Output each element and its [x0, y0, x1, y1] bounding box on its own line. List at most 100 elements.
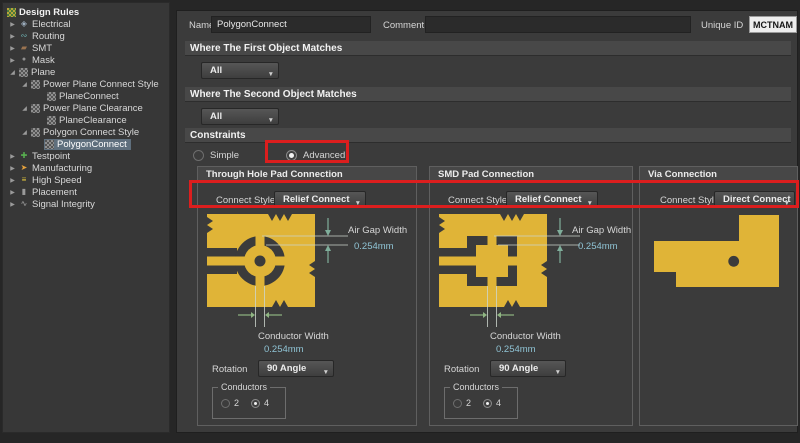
simple-mode-option[interactable]: Simple [193, 150, 239, 161]
highlight-connect-style-annotation [189, 180, 799, 208]
manufacturing-icon: ➤ [19, 163, 29, 173]
through-hole-rotation-dropdown[interactable]: 90 Angle ▼ [258, 360, 334, 377]
conductors-4-option[interactable]: 4 [483, 398, 501, 408]
conductor-width-label: Conductor Width [490, 331, 561, 342]
tree-item-manufacturing[interactable]: ▶ ➤ Manufacturing [3, 162, 169, 174]
collapse-arrow-icon[interactable]: ◢ [21, 81, 28, 88]
tree-item-design-rules[interactable]: Design Rules [3, 6, 169, 18]
expand-arrow-icon[interactable]: ▶ [9, 201, 16, 208]
expand-arrow-icon[interactable]: ▶ [9, 45, 16, 52]
second-match-scope-dropdown[interactable]: All ▼ [201, 108, 279, 125]
tree-item-label: Signal Integrity [32, 199, 95, 210]
tree-item-label: Routing [32, 31, 65, 42]
collapse-arrow-icon[interactable]: ◢ [9, 69, 16, 76]
tree-item-label: High Speed [32, 175, 82, 186]
rule-type-icon [31, 104, 40, 113]
testpoint-icon: ✚ [19, 151, 29, 161]
conductors-4-label: 4 [264, 398, 269, 408]
first-match-scope-dropdown[interactable]: All ▼ [201, 62, 279, 79]
expand-arrow-icon[interactable]: ▶ [9, 21, 16, 28]
placement-icon: ▮ [19, 187, 29, 197]
tree-item-planeclearance[interactable]: PlaneClearance [3, 114, 169, 126]
expand-arrow-icon[interactable]: ▶ [9, 189, 16, 196]
tree-item-routing[interactable]: ▶ ∾ Routing [3, 30, 169, 42]
comment-input[interactable] [425, 16, 691, 33]
tree-item-label: Testpoint [32, 151, 70, 162]
tree-item-label: Mask [32, 55, 55, 66]
tree-item-label: Polygon Connect Style [43, 127, 139, 138]
collapse-arrow-icon[interactable]: ◢ [21, 129, 28, 136]
tree-item-electrical[interactable]: ▶ ◈ Electrical [3, 18, 169, 30]
expand-arrow-icon[interactable]: ▶ [9, 57, 16, 64]
conductors-2-label: 2 [466, 398, 471, 408]
tree-item-power-plane-connect-style[interactable]: ◢ Power Plane Connect Style [3, 78, 169, 90]
rotation-label: Rotation [212, 364, 247, 375]
conductors-4-radio[interactable] [251, 399, 260, 408]
rule-type-icon [31, 128, 40, 137]
tree-item-plane[interactable]: ◢ Plane [3, 66, 169, 78]
electrical-icon: ◈ [19, 19, 29, 29]
chevron-down-icon: ▼ [268, 113, 274, 128]
conductors-4-option[interactable]: 4 [251, 398, 269, 408]
tree-item-mask[interactable]: ▶ ● Mask [3, 54, 169, 66]
chevron-down-icon: ▼ [323, 365, 329, 380]
conductors-2-option[interactable]: 2 [453, 398, 471, 408]
conductors-2-radio[interactable] [221, 399, 230, 408]
routing-icon: ∾ [19, 31, 29, 41]
tree-item-label: SMT [32, 43, 52, 54]
rule-icon [45, 140, 54, 149]
tree-item-smt[interactable]: ▶ ▰ SMT [3, 42, 169, 54]
tree-item-power-plane-clearance[interactable]: ◢ Power Plane Clearance [3, 102, 169, 114]
rule-editor: Name Comment Unique ID Where The First O… [176, 10, 798, 433]
second-match-scope-value: All [210, 111, 222, 122]
design-rules-icon [7, 8, 16, 17]
conductors-group-label: Conductors [450, 382, 502, 392]
smd-rotation-dropdown[interactable]: 90 Angle ▼ [490, 360, 566, 377]
selected-tree-item: PolygonConnect [44, 139, 131, 150]
high-speed-icon: ≡ [19, 175, 29, 185]
tree-item-high-speed[interactable]: ▶ ≡ High Speed [3, 174, 169, 186]
simple-radio[interactable] [193, 150, 204, 161]
air-gap-value: 0.254mm [578, 241, 618, 252]
pcb-rules-dialog: Design Rules ▶ ◈ Electrical ▶ ∾ Routing … [0, 0, 800, 443]
tree-item-label: Plane [31, 67, 55, 78]
rotation-label: Rotation [444, 364, 479, 375]
conductor-width-value: 0.254mm [496, 344, 536, 355]
conductors-2-label: 2 [234, 398, 239, 408]
conductors-4-label: 4 [496, 398, 501, 408]
mask-icon: ● [19, 55, 29, 65]
tree-item-label: PolygonConnect [57, 139, 127, 150]
collapse-arrow-icon[interactable]: ◢ [21, 105, 28, 112]
rules-tree: Design Rules ▶ ◈ Electrical ▶ ∾ Routing … [2, 2, 170, 433]
conductors-group-label: Conductors [218, 382, 270, 392]
comment-label: Comment [383, 20, 424, 31]
tree-item-planeconnect[interactable]: PlaneConnect [3, 90, 169, 102]
smt-icon: ▰ [19, 43, 29, 53]
expand-arrow-icon[interactable]: ▶ [9, 33, 16, 40]
tree-item-polygon-connect-style[interactable]: ◢ Polygon Connect Style [3, 126, 169, 138]
name-input[interactable] [211, 16, 371, 33]
conductor-width-label: Conductor Width [258, 331, 329, 342]
tree-item-signal-integrity[interactable]: ▶ ∿ Signal Integrity [3, 198, 169, 210]
rule-icon [47, 92, 56, 101]
second-match-header: Where The Second Object Matches [185, 87, 791, 102]
tree-item-polygonconnect-selected[interactable]: PolygonConnect [3, 138, 169, 150]
conductors-2-option[interactable]: 2 [221, 398, 239, 408]
first-match-header: Where The First Object Matches [185, 41, 791, 56]
signal-integrity-icon: ∿ [19, 199, 29, 209]
tree-item-label: Power Plane Connect Style [43, 79, 159, 90]
expand-arrow-icon[interactable]: ▶ [9, 153, 16, 160]
tree-item-label: Electrical [32, 19, 71, 30]
tree-item-label: Power Plane Clearance [43, 103, 143, 114]
expand-arrow-icon[interactable]: ▶ [9, 177, 16, 184]
tree-item-testpoint[interactable]: ▶ ✚ Testpoint [3, 150, 169, 162]
tree-item-label: PlaneClearance [59, 115, 127, 126]
tree-item-placement[interactable]: ▶ ▮ Placement [3, 186, 169, 198]
unique-id-input[interactable] [749, 16, 797, 33]
conductors-2-radio[interactable] [453, 399, 462, 408]
conductors-4-radio[interactable] [483, 399, 492, 408]
conductor-width-value: 0.254mm [264, 344, 304, 355]
tree-item-label: Design Rules [19, 7, 79, 18]
rule-icon [47, 116, 56, 125]
expand-arrow-icon[interactable]: ▶ [9, 165, 16, 172]
